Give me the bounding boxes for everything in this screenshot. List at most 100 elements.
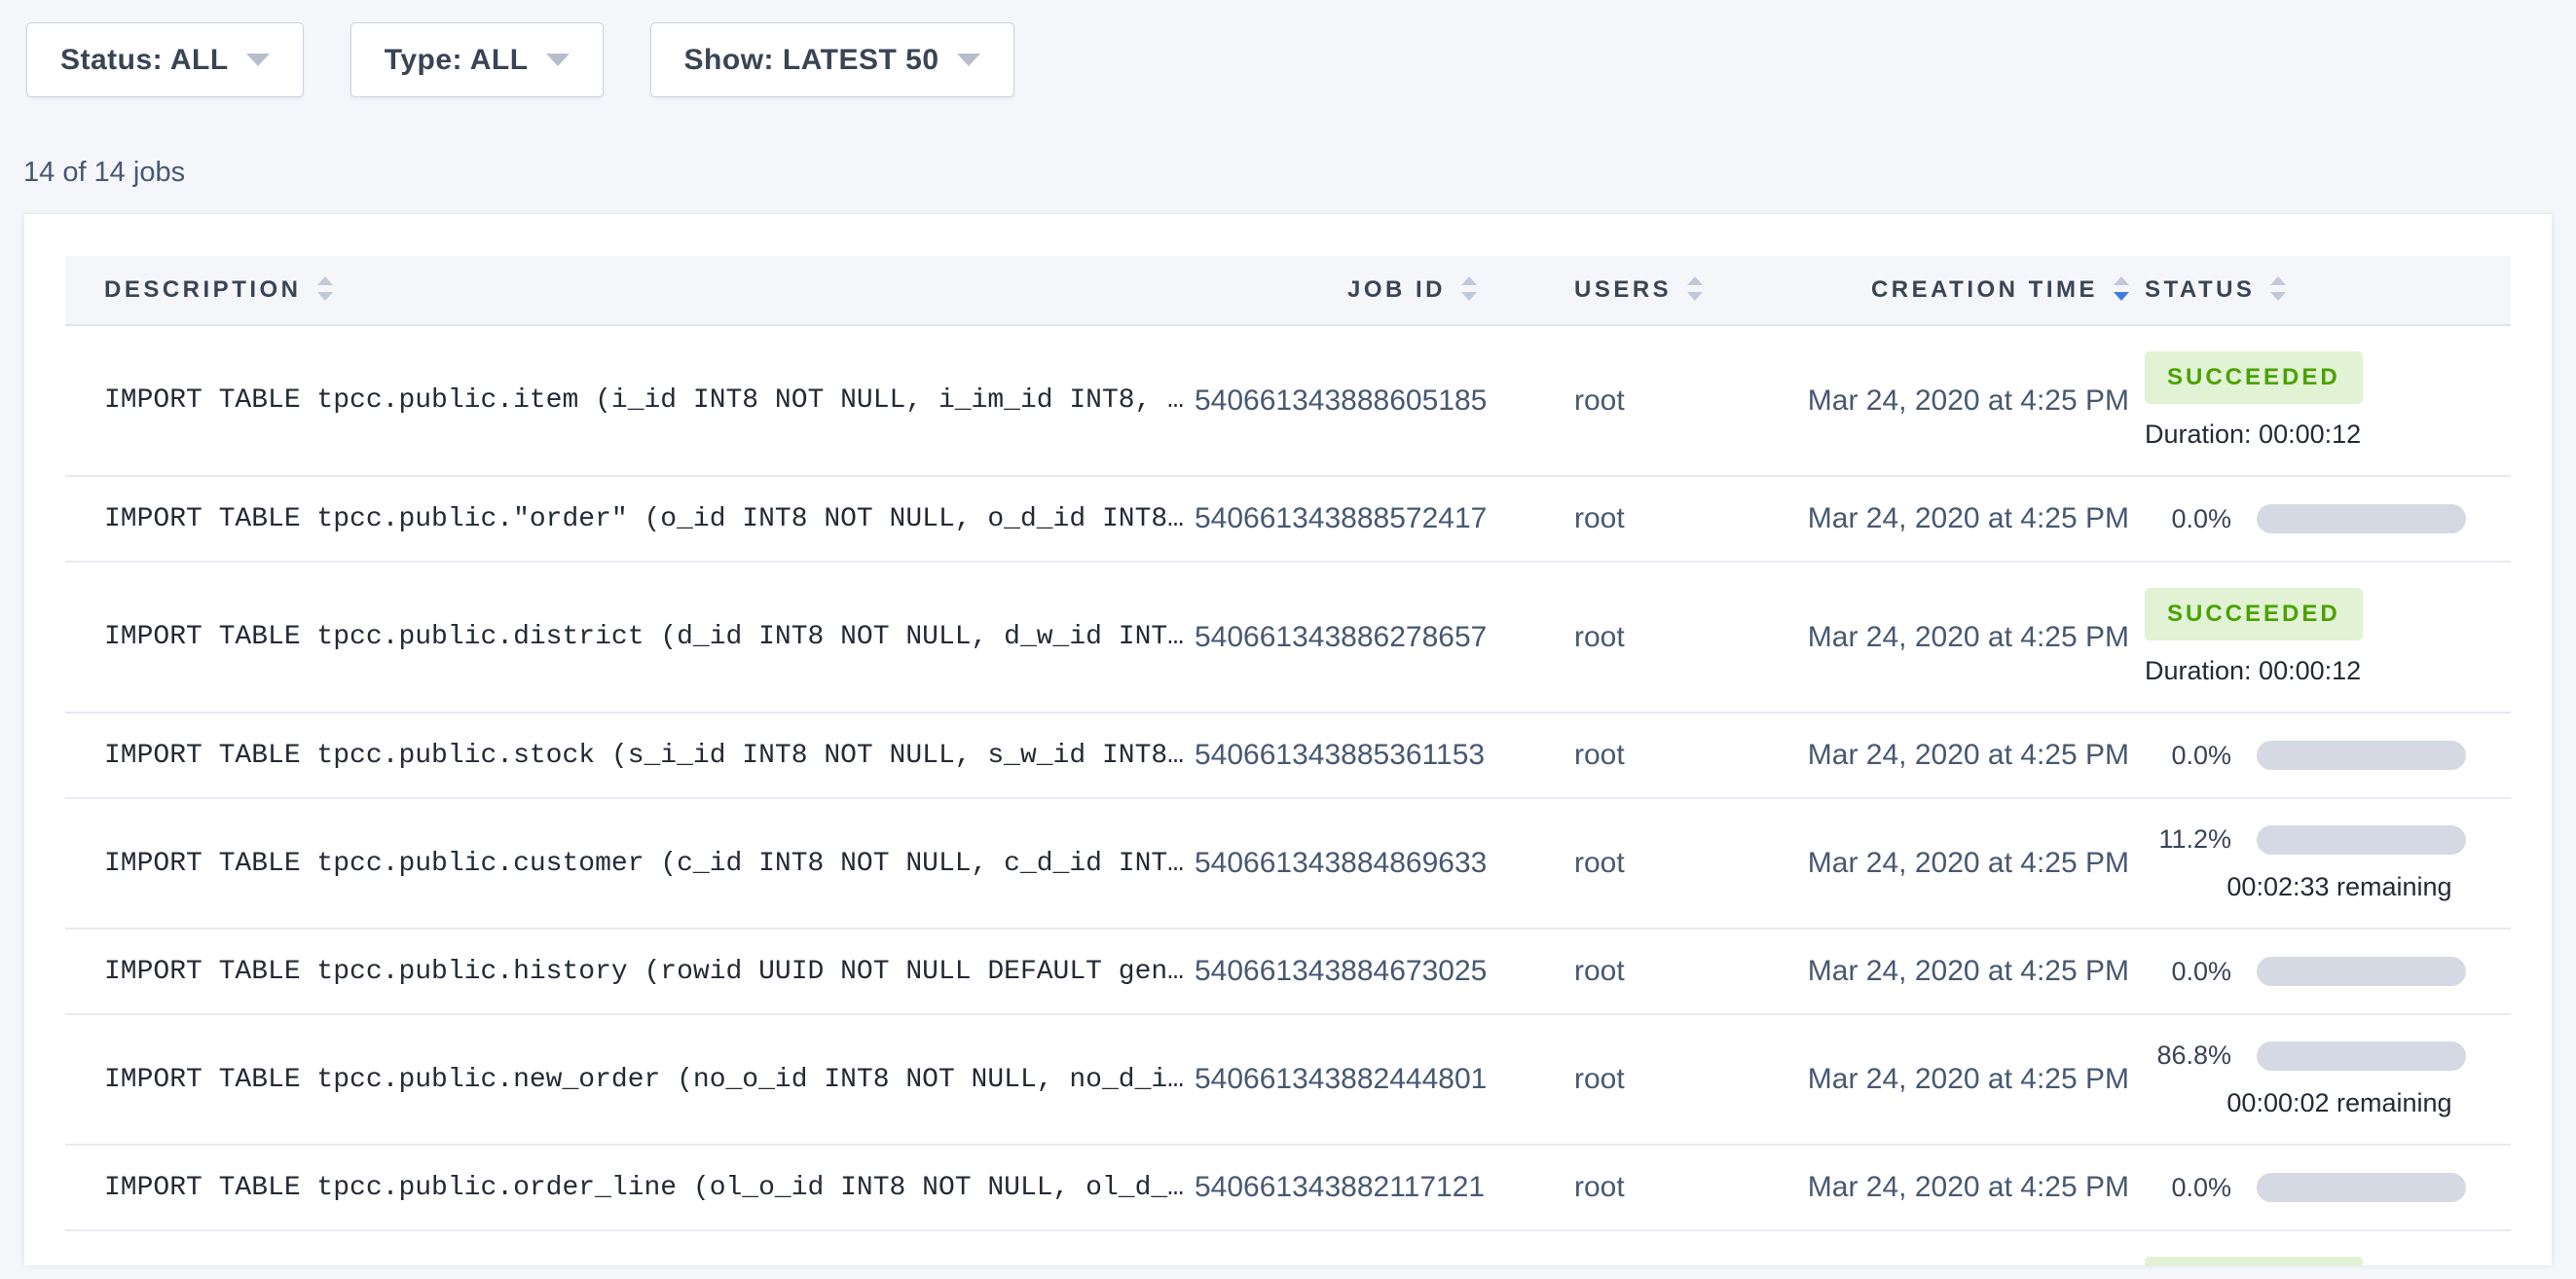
chevron-down-icon xyxy=(546,54,570,66)
status-running: 11.2% 00:02:33 remaining xyxy=(2145,824,2466,902)
user-cell: root xyxy=(1477,562,1701,713)
table-row[interactable]: IMPORT TABLE tpcc.public.stock (s_i_id I… xyxy=(65,713,2511,798)
status-succeeded: SUCCEEDED Duration: 00:00:08 xyxy=(2145,1257,2466,1265)
progress-percent: 0.0% xyxy=(2171,957,2231,987)
creation-time-cell: Mar 24, 2020 at 4:25 PM xyxy=(1701,713,2129,798)
column-header-users[interactable]: USERS xyxy=(1477,256,1701,325)
user-cell: root xyxy=(1477,476,1701,562)
status-cell: SUCCEEDED Duration: 00:00:12 xyxy=(2129,562,2511,713)
job-description-link[interactable]: IMPORT TABLE tpcc.public.customer (c_id … xyxy=(104,849,1184,879)
user-cell: root xyxy=(1477,325,1701,476)
creation-time-cell: Mar 24, 2020 at 4:25 PM xyxy=(1701,929,2129,1014)
job-id-cell: 540661343888572417 xyxy=(1195,476,1477,562)
status-running: 0.0% xyxy=(2145,1173,2466,1203)
table-row[interactable]: IMPORT TABLE tpcc.public."order" (o_id I… xyxy=(65,476,2511,562)
status-cell: SUCCEEDED Duration: 00:00:08 xyxy=(2129,1230,2511,1265)
column-label: JOB ID xyxy=(1347,276,1446,303)
job-description-link[interactable]: IMPORT TABLE tpcc.public."order" (o_id I… xyxy=(104,504,1184,534)
sort-icon xyxy=(2270,276,2286,301)
status-cell: 0.0% xyxy=(2129,1145,2511,1230)
show-filter-dropdown[interactable]: Show: LATEST 50 xyxy=(650,22,1014,97)
progress-percent: 0.0% xyxy=(2171,741,2231,771)
table-row[interactable]: IMPORT TABLE tpcc.public.new_order (no_o… xyxy=(65,1014,2511,1145)
status-running: 86.8% 00:00:02 remaining xyxy=(2145,1041,2466,1118)
table-row[interactable]: IMPORT TABLE tpcc.public.warehouse (w_id… xyxy=(65,1230,2511,1265)
table-row[interactable]: IMPORT TABLE tpcc.public.order_line (ol_… xyxy=(65,1145,2511,1230)
progress-percent: 11.2% xyxy=(2158,824,2231,855)
filter-bar: Status: ALL Type: ALL Show: LATEST 50 xyxy=(0,0,2576,97)
column-header-description[interactable]: DESCRIPTION xyxy=(65,256,1195,325)
column-label: DESCRIPTION xyxy=(104,276,302,303)
status-succeeded: SUCCEEDED Duration: 00:00:12 xyxy=(2145,351,2466,450)
progress-percent: 86.8% xyxy=(2156,1041,2231,1071)
job-id-cell: 540661343882444801 xyxy=(1195,1014,1477,1145)
job-description-link[interactable]: IMPORT TABLE tpcc.public.district (d_id … xyxy=(104,622,1184,652)
job-id-cell: 540661343826444289 xyxy=(1195,1230,1477,1265)
progress-bar xyxy=(2257,1173,2466,1202)
type-filter-label: Type: ALL xyxy=(385,44,529,77)
creation-time-cell: Mar 24, 2020 at 4:25 PM xyxy=(1701,1145,2129,1230)
status-cell: 0.0% xyxy=(2129,476,2511,562)
job-id-cell: 540661343885361153 xyxy=(1195,713,1477,798)
progress-bar xyxy=(2257,825,2466,855)
jobs-table: DESCRIPTION JOB ID USERS CREATION TIME S… xyxy=(65,256,2511,1265)
job-id-cell: 540661343882117121 xyxy=(1195,1145,1477,1230)
sort-icon-active-desc xyxy=(2114,276,2129,301)
column-header-status[interactable]: STATUS xyxy=(2129,256,2511,325)
job-description-link[interactable]: IMPORT TABLE tpcc.public.new_order (no_o… xyxy=(104,1065,1184,1095)
creation-time-cell: Mar 24, 2020 at 4:25 PM xyxy=(1701,562,2129,713)
show-filter-label: Show: LATEST 50 xyxy=(684,44,939,77)
status-filter-dropdown[interactable]: Status: ALL xyxy=(26,22,304,97)
status-running: 0.0% xyxy=(2145,957,2466,987)
status-cell: 0.0% xyxy=(2129,713,2511,798)
job-description-link[interactable]: IMPORT TABLE tpcc.public.stock (s_i_id I… xyxy=(104,741,1184,771)
status-badge: SUCCEEDED xyxy=(2145,588,2363,640)
type-filter-dropdown[interactable]: Type: ALL xyxy=(350,22,604,97)
column-header-creation-time[interactable]: CREATION TIME xyxy=(1701,256,2129,325)
status-cell: SUCCEEDED Duration: 00:00:12 xyxy=(2129,325,2511,476)
progress-percent: 0.0% xyxy=(2171,504,2231,534)
duration-text: Duration: 00:00:12 xyxy=(2145,420,2466,450)
chevron-down-icon xyxy=(957,54,980,66)
user-cell: root xyxy=(1477,1145,1701,1230)
sort-icon xyxy=(1461,276,1477,301)
creation-time-cell: Mar 24, 2020 at 4:25 PM xyxy=(1701,1230,2129,1265)
user-cell: root xyxy=(1477,929,1701,1014)
status-cell: 86.8% 00:00:02 remaining xyxy=(2129,1014,2511,1145)
user-cell: root xyxy=(1477,713,1701,798)
table-row[interactable]: IMPORT TABLE tpcc.public.item (i_id INT8… xyxy=(65,325,2511,476)
chevron-down-icon xyxy=(246,54,270,66)
creation-time-cell: Mar 24, 2020 at 4:25 PM xyxy=(1701,1014,2129,1145)
status-filter-label: Status: ALL xyxy=(60,44,229,77)
creation-time-cell: Mar 24, 2020 at 4:25 PM xyxy=(1701,476,2129,562)
column-label: CREATION TIME xyxy=(1871,276,2098,303)
job-id-cell: 540661343886278657 xyxy=(1195,562,1477,713)
table-row[interactable]: IMPORT TABLE tpcc.public.history (rowid … xyxy=(65,929,2511,1014)
duration-text: Duration: 00:00:12 xyxy=(2145,656,2466,686)
job-description-link[interactable]: IMPORT TABLE tpcc.public.history (rowid … xyxy=(104,957,1184,987)
job-id-cell: 540661343884869633 xyxy=(1195,798,1477,929)
status-badge: SUCCEEDED xyxy=(2145,1257,2363,1265)
job-description-link[interactable]: IMPORT TABLE tpcc.public.order_line (ol_… xyxy=(104,1173,1184,1203)
status-cell: 11.2% 00:02:33 remaining xyxy=(2129,798,2511,929)
user-cell: root xyxy=(1477,798,1701,929)
job-id-cell: 540661343888605185 xyxy=(1195,325,1477,476)
creation-time-cell: Mar 24, 2020 at 4:25 PM xyxy=(1701,325,2129,476)
job-id-cell: 540661343884673025 xyxy=(1195,929,1477,1014)
progress-bar xyxy=(2257,957,2466,986)
progress-bar xyxy=(2257,741,2466,770)
job-description-link[interactable]: IMPORT TABLE tpcc.public.item (i_id INT8… xyxy=(104,385,1184,416)
progress-bar xyxy=(2257,504,2466,533)
remaining-text: 00:02:33 remaining xyxy=(2145,872,2466,902)
column-label: USERS xyxy=(1574,276,1672,303)
sort-icon xyxy=(1687,276,1703,301)
status-cell: 0.0% xyxy=(2129,929,2511,1014)
column-header-job-id[interactable]: JOB ID xyxy=(1195,256,1477,325)
jobs-panel: DESCRIPTION JOB ID USERS CREATION TIME S… xyxy=(24,214,2552,1265)
column-label: STATUS xyxy=(2145,276,2255,303)
status-badge: SUCCEEDED xyxy=(2145,351,2363,404)
table-row[interactable]: IMPORT TABLE tpcc.public.customer (c_id … xyxy=(65,798,2511,929)
table-row[interactable]: IMPORT TABLE tpcc.public.district (d_id … xyxy=(65,562,2511,713)
sort-icon xyxy=(317,276,333,301)
creation-time-cell: Mar 24, 2020 at 4:25 PM xyxy=(1701,798,2129,929)
